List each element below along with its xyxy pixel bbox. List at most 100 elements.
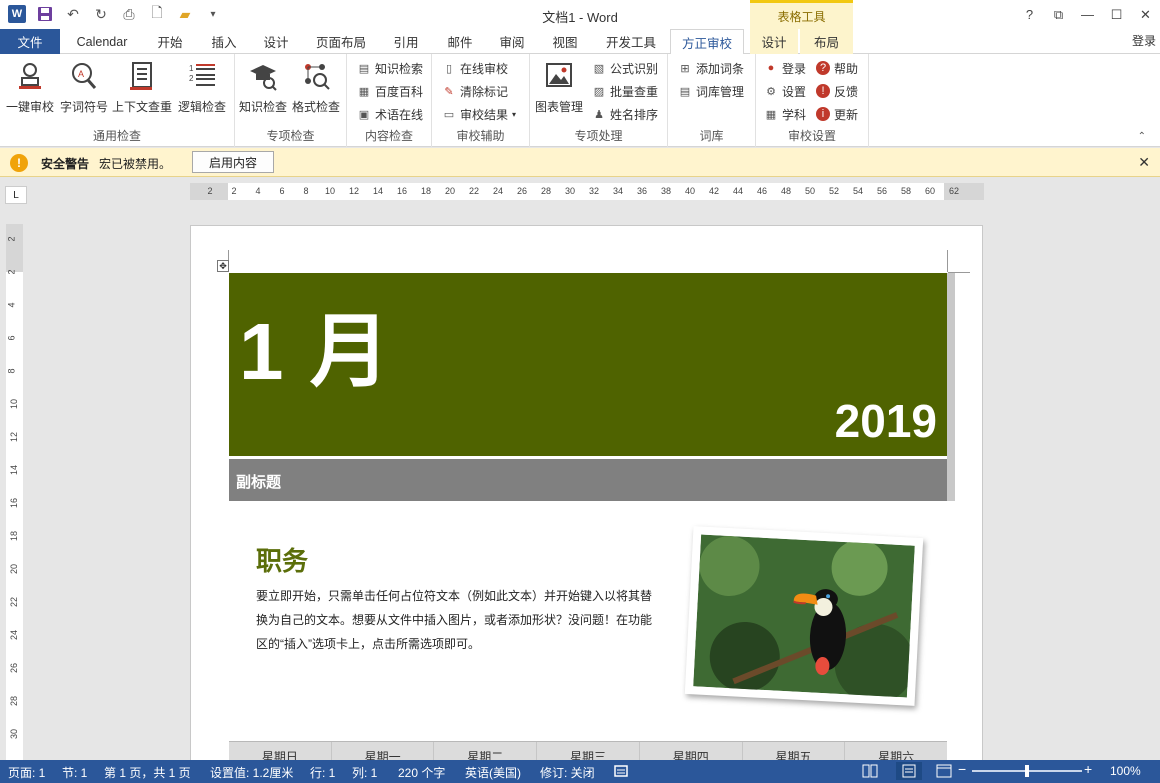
proofread-result-dropdown[interactable]: ▭ 审校结果 ▾ bbox=[442, 104, 516, 124]
login-button[interactable]: ● 登录 bbox=[764, 58, 806, 78]
baidu-baike-button[interactable]: ▦ 百度百科 bbox=[357, 81, 423, 101]
one-click-proofread-label: 一键审校 bbox=[6, 100, 55, 114]
section-heading[interactable]: 职务 bbox=[256, 541, 308, 578]
print-preview-icon[interactable]: ⎙ bbox=[120, 5, 138, 23]
horizontal-ruler[interactable]: 2 2 4 6 8 10 12 14 16 18 20 22 24 26 28 30 32 34 36 38 40 42 4… bbox=[190, 183, 984, 200]
formula-recognize-button[interactable]: ▧ 公式识别 bbox=[592, 58, 658, 78]
tab-table-design[interactable]: 设计 bbox=[750, 29, 798, 54]
tab-review[interactable]: 审阅 bbox=[488, 29, 536, 54]
chart-manage-button[interactable]: 图表管理 bbox=[535, 60, 583, 115]
tab-design[interactable]: 设计 bbox=[252, 29, 300, 54]
status-language[interactable]: 英语(美国) bbox=[465, 764, 521, 781]
tab-founder-proofread[interactable]: 方正审校 bbox=[670, 29, 744, 55]
tab-calendar[interactable]: Calendar bbox=[66, 29, 138, 54]
document-page[interactable]: ✥ 1 月 2019 副标题 职务 要立即开始，只需单击任何占位符文本（例如此文… bbox=[190, 225, 983, 766]
month-title[interactable]: 1 月 bbox=[239, 287, 392, 403]
help-label: 帮助 bbox=[834, 61, 859, 76]
status-row[interactable]: 行: 1 bbox=[310, 764, 335, 781]
status-bar: 页面: 1 节: 1 第 1 页，共 1 页 设置值: 1.2厘米 行: 1 列… bbox=[0, 760, 1160, 783]
update-button[interactable]: i 更新 bbox=[816, 104, 858, 124]
vertical-ruler[interactable]: 2 2 4 6 8 10 12 14 16 18 20 22 24 26 28 30 bbox=[6, 224, 23, 760]
sign-in-link[interactable]: 登录 bbox=[1132, 32, 1156, 49]
close-button[interactable]: ✕ bbox=[1131, 0, 1160, 29]
subtitle-text[interactable]: 副标题 bbox=[236, 471, 281, 492]
help-button[interactable]: ? bbox=[1015, 0, 1044, 29]
add-entry-button[interactable]: ⊞ 添加词条 bbox=[678, 58, 744, 78]
help-ribbon-button[interactable]: ? 帮助 bbox=[816, 58, 858, 78]
vertical-scrollbar[interactable] bbox=[1150, 200, 1160, 760]
tab-file[interactable]: 文件 bbox=[0, 29, 60, 54]
tab-selector[interactable]: L bbox=[5, 186, 27, 204]
read-mode-icon[interactable] bbox=[862, 764, 878, 778]
tab-page-layout[interactable]: 页面布局 bbox=[306, 29, 376, 54]
knowledge-check-button[interactable]: 知识检查 bbox=[239, 60, 287, 115]
group-lexicon: ⊞ 添加词条 ▤ 词库管理 词库 bbox=[668, 54, 756, 147]
macro-record-icon[interactable] bbox=[614, 764, 630, 778]
status-word-count[interactable]: 220 个字 bbox=[398, 764, 445, 781]
tab-table-layout[interactable]: 布局 bbox=[800, 29, 853, 54]
name-sort-button[interactable]: ♟ 姓名排序 bbox=[592, 104, 658, 124]
ruler-tick-label: 24 bbox=[492, 186, 504, 196]
open-folder-icon[interactable]: ▰ bbox=[176, 5, 194, 23]
new-document-icon[interactable]: 🗋 bbox=[148, 4, 166, 23]
clear-marks-button[interactable]: ✎ 清除标记 bbox=[442, 81, 508, 101]
status-section[interactable]: 节: 1 bbox=[62, 764, 87, 781]
logic-check-button[interactable]: 12 逻辑检查 bbox=[178, 60, 226, 115]
format-check-button[interactable]: 格式检查 bbox=[292, 60, 340, 115]
tab-home[interactable]: 开始 bbox=[146, 29, 194, 54]
status-page[interactable]: 页面: 1 bbox=[8, 764, 45, 781]
lexicon-manage-button[interactable]: ▤ 词库管理 bbox=[678, 81, 744, 101]
print-layout-icon[interactable] bbox=[896, 762, 922, 780]
tab-references[interactable]: 引用 bbox=[382, 29, 430, 54]
minimize-button[interactable]: — bbox=[1073, 0, 1102, 29]
status-setting-value[interactable]: 设置值: 1.2厘米 bbox=[210, 764, 293, 781]
feedback-button[interactable]: ! 反馈 bbox=[816, 81, 858, 101]
collapse-ribbon-icon[interactable]: ⌃ bbox=[1138, 131, 1146, 142]
tab-developer[interactable]: 开发工具 bbox=[596, 29, 666, 54]
status-page-count[interactable]: 第 1 页，共 1 页 bbox=[104, 764, 191, 781]
web-layout-icon[interactable] bbox=[936, 764, 952, 778]
eraser-icon: ✎ bbox=[444, 85, 454, 98]
status-track-changes[interactable]: 修订: 关闭 bbox=[540, 764, 595, 781]
ribbon-display-options-button[interactable]: ⧉ bbox=[1044, 0, 1073, 29]
save-icon[interactable] bbox=[36, 5, 54, 23]
status-column[interactable]: 列: 1 bbox=[352, 764, 377, 781]
close-warning-icon[interactable]: ✕ bbox=[1138, 154, 1150, 171]
batch-duplicate-button[interactable]: ▨ 批量查重 bbox=[592, 81, 658, 101]
knowledge-search-button[interactable]: ▤ 知识检索 bbox=[357, 58, 423, 78]
ruler-tick-label: 60 bbox=[924, 186, 936, 196]
batch-icon: ▨ bbox=[593, 85, 605, 98]
customize-qat-icon[interactable]: ▾ bbox=[204, 5, 222, 23]
zoom-in-icon[interactable]: + bbox=[1084, 761, 1092, 777]
online-proofread-button[interactable]: ▯ 在线审校 bbox=[442, 58, 508, 78]
enable-content-button[interactable]: 启用内容 bbox=[192, 151, 274, 173]
add-entry-label: 添加词条 bbox=[696, 61, 745, 76]
month-banner[interactable]: 1 月 2019 bbox=[229, 273, 947, 456]
subtitle-bar[interactable]: 副标题 bbox=[229, 459, 947, 501]
maximize-button[interactable]: ☐ bbox=[1102, 0, 1131, 29]
body-paragraph[interactable]: 要立即开始，只需单击任何占位符文本（例如此文本）并开始键入以将其替换为自己的文本… bbox=[256, 584, 656, 656]
add-entry-icon: ⊞ bbox=[680, 62, 690, 75]
term-online-button[interactable]: ▣ 术语在线 bbox=[357, 104, 423, 124]
one-click-proofread-button[interactable]: 一键审校 bbox=[6, 60, 54, 115]
undo-icon[interactable]: ↶ bbox=[64, 5, 82, 23]
zoom-slider-handle[interactable] bbox=[1025, 765, 1029, 777]
group-general-check-label: 通用检查 bbox=[92, 129, 141, 143]
context-duplicate-button[interactable]: 上下文查重 bbox=[112, 60, 172, 115]
tab-mailings[interactable]: 邮件 bbox=[436, 29, 484, 54]
tab-view[interactable]: 视图 bbox=[541, 29, 589, 54]
zoom-out-icon[interactable]: − bbox=[958, 761, 966, 777]
table-resize-edge[interactable] bbox=[947, 273, 955, 501]
year-title[interactable]: 2019 bbox=[835, 394, 937, 448]
redo-icon[interactable]: ↻ bbox=[92, 5, 110, 23]
toucan-photo[interactable] bbox=[684, 526, 924, 706]
zoom-level[interactable]: 100% bbox=[1110, 764, 1141, 778]
subject-button[interactable]: ▦ 学科 bbox=[764, 104, 806, 124]
tab-insert[interactable]: 插入 bbox=[200, 29, 248, 54]
ruler-tick-label: 40 bbox=[684, 186, 696, 196]
table-move-handle-icon[interactable]: ✥ bbox=[217, 260, 229, 272]
word-logo-icon[interactable]: W bbox=[8, 5, 26, 23]
settings-button[interactable]: ⚙ 设置 bbox=[764, 81, 806, 101]
svg-text:2: 2 bbox=[189, 74, 194, 83]
word-symbol-button[interactable]: A 字词符号 bbox=[60, 60, 108, 115]
